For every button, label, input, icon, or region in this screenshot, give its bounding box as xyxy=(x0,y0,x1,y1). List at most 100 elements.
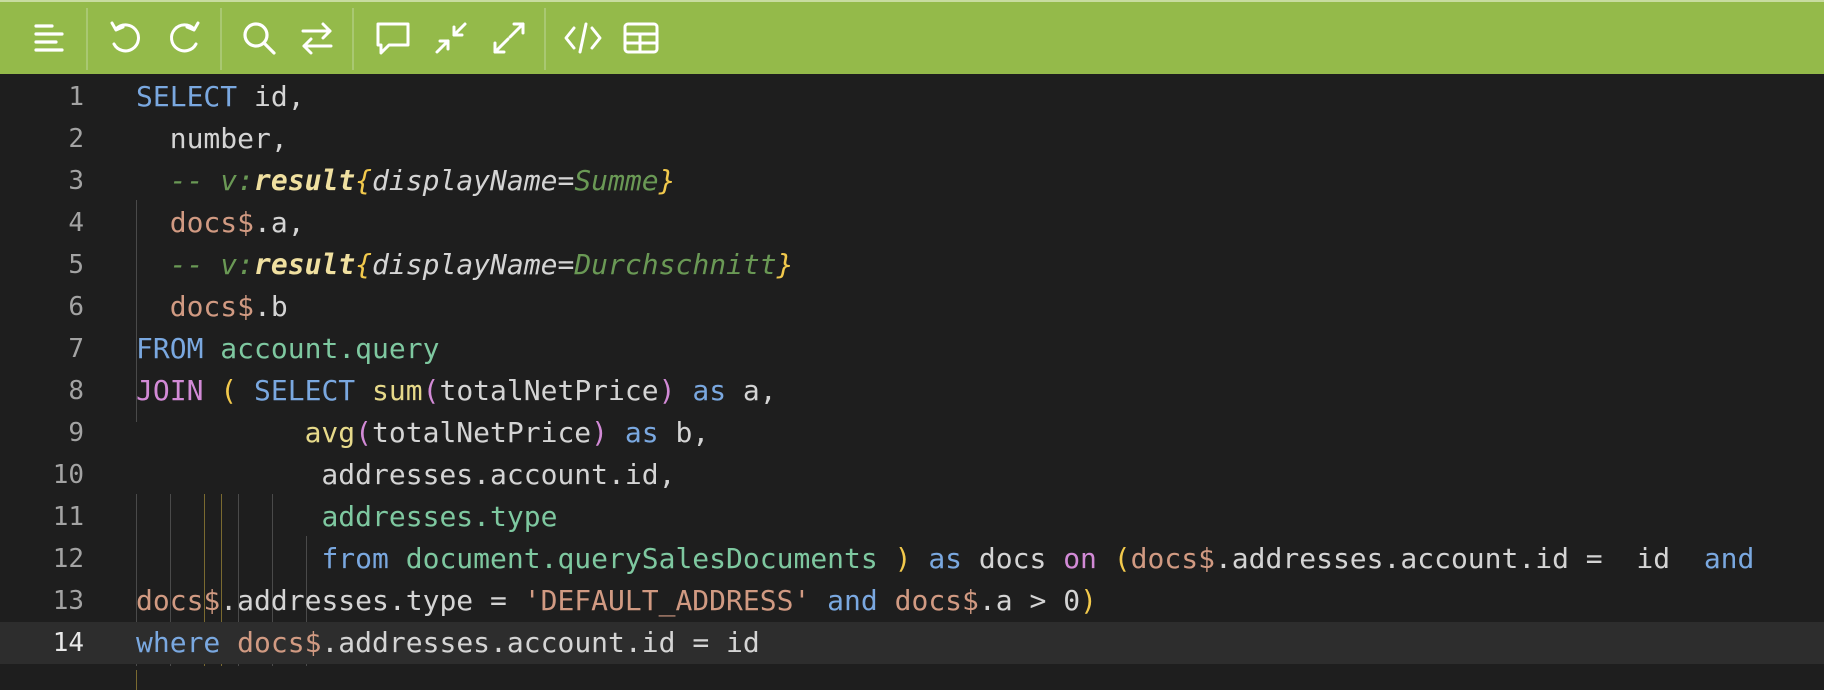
code-token: on xyxy=(1063,542,1097,575)
code-text[interactable]: docs$.a, xyxy=(136,202,305,244)
undo-button[interactable] xyxy=(102,14,148,62)
code-token: account.query xyxy=(220,332,440,365)
code-line[interactable]: 12 from document.querySalesDocuments ) a… xyxy=(0,538,1824,580)
code-text[interactable]: from document.querySalesDocuments ) as d… xyxy=(136,538,1754,580)
code-token: displayName= xyxy=(372,164,575,197)
code-text[interactable]: docs$.b xyxy=(136,286,288,328)
code-editor[interactable]: 1 SELECT id, 2 number, 3 -- v:result{displa… xyxy=(0,74,1824,690)
code-text[interactable]: avg(totalNetPrice) as b, xyxy=(136,412,710,454)
code-token: docs$ xyxy=(1130,542,1215,575)
code-token: addresses.type xyxy=(321,500,558,533)
code-line[interactable]: 9 avg(totalNetPrice) as b, xyxy=(0,412,1824,454)
collapse-button[interactable] xyxy=(428,14,474,62)
code-token: id, xyxy=(237,80,305,113)
redo-button[interactable] xyxy=(162,14,208,62)
code-token: ( xyxy=(1113,542,1131,575)
table-view-button[interactable] xyxy=(618,14,664,62)
code-line[interactable]: 3 -- v:result{displayName=Summe} xyxy=(0,160,1824,202)
code-token: .addresses.account.id = id xyxy=(1214,542,1704,575)
code-line[interactable]: 14 where docs$.addresses.account.id = id xyxy=(0,622,1824,664)
comment-button[interactable] xyxy=(370,14,416,62)
code-token: as xyxy=(928,542,963,575)
line-number: 11 xyxy=(52,502,84,532)
code-token: ( xyxy=(220,374,238,407)
code-text[interactable]: FROM account.query xyxy=(136,328,439,370)
replace-icon xyxy=(301,22,333,55)
code-token: displayName= xyxy=(372,248,575,281)
redo-icon xyxy=(170,21,200,53)
table-icon xyxy=(623,22,659,54)
code-icon xyxy=(564,22,602,54)
menu-icon xyxy=(34,24,64,52)
search-button[interactable] xyxy=(236,14,282,62)
line-number: 3 xyxy=(68,166,84,196)
line-number: 1 xyxy=(68,82,84,112)
line-number: 10 xyxy=(52,460,84,490)
menu-button[interactable] xyxy=(26,14,72,62)
code-token: b, xyxy=(658,416,710,449)
code-token: ) xyxy=(894,542,912,575)
code-text[interactable]: JOIN ( SELECT sum(totalNetPrice) as a, xyxy=(136,370,777,412)
code-line[interactable]: 8 JOIN ( SELECT sum(totalNetPrice) as a, xyxy=(0,370,1824,412)
code-text[interactable]: addresses.type xyxy=(136,496,557,538)
code-line[interactable]: 10 addresses.account.id, xyxy=(0,454,1824,496)
line-number: 4 xyxy=(68,208,84,238)
code-token: SELECT xyxy=(136,80,238,113)
code-token: totalNetPrice xyxy=(372,416,592,449)
code-token: JOIN xyxy=(136,374,204,407)
code-line[interactable]: 6 docs$.b xyxy=(0,286,1824,328)
code-text[interactable]: docs$.addresses.type = 'DEFAULT_ADDRESS'… xyxy=(136,580,1097,622)
code-token: docs$ xyxy=(136,584,221,617)
code-text[interactable]: number, xyxy=(136,118,288,160)
code-token: from xyxy=(321,542,389,575)
code-token: ) xyxy=(1080,584,1097,617)
code-text[interactable]: -- v:result{displayName=Summe} xyxy=(136,160,676,202)
code-token: ( xyxy=(422,374,440,407)
code-token: as xyxy=(624,416,659,449)
code-token: docs$ xyxy=(136,206,255,239)
code-text[interactable]: SELECT id, xyxy=(136,76,305,118)
comment-icon xyxy=(376,22,410,55)
code-text[interactable]: -- v:result{displayName=Durchschnitt} xyxy=(136,244,794,286)
code-token: totalNetPrice xyxy=(439,374,659,407)
code-token: { xyxy=(355,248,373,281)
code-line[interactable]: 11 addresses.type xyxy=(0,496,1824,538)
code-view-button[interactable] xyxy=(560,14,606,62)
code-token: as xyxy=(692,374,727,407)
code-token: docs$ xyxy=(894,584,979,617)
code-line[interactable]: 2 number, xyxy=(0,118,1824,160)
code-line[interactable]: 5 -- v:result{displayName=Durchschnitt} xyxy=(0,244,1824,286)
toolbar-separator xyxy=(352,8,354,70)
line-number: 6 xyxy=(68,292,84,322)
code-token: SELECT xyxy=(254,374,356,407)
code-text[interactable]: where docs$.addresses.account.id = id xyxy=(136,622,760,664)
line-number: 5 xyxy=(68,250,84,280)
toolbar-separator xyxy=(220,8,222,70)
code-line[interactable]: 7 FROM account.query xyxy=(0,328,1824,370)
code-line[interactable]: 4 docs$.a, xyxy=(0,202,1824,244)
collapse-icon xyxy=(435,22,467,54)
code-token: .b xyxy=(254,290,288,323)
code-line[interactable]: 13 docs$.addresses.type = 'DEFAULT_ADDRES… xyxy=(0,580,1824,622)
line-number: 7 xyxy=(68,334,84,364)
code-token: docs$ xyxy=(237,626,322,659)
undo-icon xyxy=(110,21,140,53)
code-token: sum xyxy=(372,374,423,407)
code-token: docs$ xyxy=(136,290,255,323)
line-number: 9 xyxy=(68,418,84,448)
code-line[interactable]: 1 SELECT id, xyxy=(0,76,1824,118)
code-token: addresses.account.id, xyxy=(136,458,676,491)
replace-button[interactable] xyxy=(294,14,340,62)
code-text[interactable]: addresses.account.id, xyxy=(136,454,675,496)
code-token: docs xyxy=(962,542,1064,575)
expand-button[interactable] xyxy=(486,14,532,62)
